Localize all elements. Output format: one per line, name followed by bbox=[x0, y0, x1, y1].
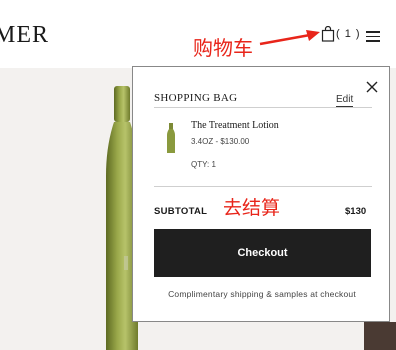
annotation-cart-label: 购物车 bbox=[193, 36, 253, 60]
product-quantity: QTY: 1 bbox=[191, 160, 216, 169]
annotation-arrow bbox=[259, 30, 320, 46]
subtotal-value: $130 bbox=[345, 206, 367, 217]
product-price: 3.4OZ - $130.00 bbox=[191, 137, 250, 146]
hamburger-menu-icon[interactable] bbox=[366, 31, 380, 42]
divider bbox=[154, 107, 372, 108]
hero-image-edge bbox=[364, 322, 396, 350]
product-thumbnail[interactable] bbox=[166, 123, 176, 153]
close-icon[interactable] bbox=[365, 80, 379, 94]
cart-title: SHOPPING BAG bbox=[154, 92, 238, 104]
shipping-note: Complimentary shipping & samples at chec… bbox=[168, 289, 356, 299]
checkout-button[interactable]: Checkout bbox=[154, 229, 371, 277]
divider bbox=[154, 186, 372, 187]
annotation-checkout-label: 去结算 bbox=[223, 197, 281, 219]
brand-logo[interactable]: MER bbox=[0, 22, 49, 49]
bag-count[interactable]: ( 1 ) bbox=[336, 28, 361, 40]
shopping-bag-icon[interactable] bbox=[321, 26, 335, 42]
product-name[interactable]: The Treatment Lotion bbox=[191, 120, 279, 131]
site-header: MER 购物车 ( 1 ) bbox=[0, 0, 396, 68]
edit-cart-link[interactable]: Edit bbox=[336, 94, 354, 107]
cart-dropdown-panel: SHOPPING BAG Edit The Treatment Lotion 3… bbox=[132, 66, 390, 322]
subtotal-label: SUBTOTAL bbox=[154, 206, 208, 217]
